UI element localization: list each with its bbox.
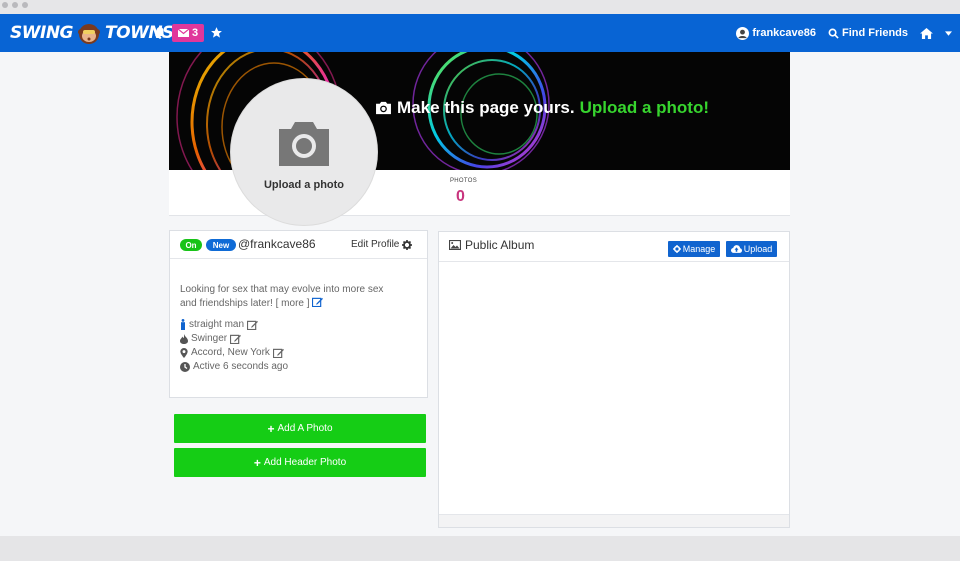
album-title-text: Public Album bbox=[465, 238, 535, 252]
album-card-header: Public Album Manage Upload bbox=[439, 232, 789, 262]
search-icon bbox=[828, 28, 839, 39]
album-title: Public Album bbox=[449, 238, 534, 252]
plus-icon: + bbox=[267, 421, 275, 436]
photos-stat-label: PHOTOS bbox=[450, 178, 478, 184]
gear-icon bbox=[402, 239, 413, 250]
bio-more-link[interactable]: more bbox=[281, 298, 304, 309]
location-row: Accord, New York bbox=[180, 347, 284, 358]
bio-bracket: ] bbox=[306, 298, 310, 309]
add-header-photo-button[interactable]: + Add Header Photo bbox=[174, 448, 426, 477]
bio-text: and friendships later! [ bbox=[180, 298, 279, 309]
image-icon bbox=[449, 240, 461, 250]
messages-badge[interactable]: 3 bbox=[172, 24, 204, 42]
star-icon[interactable] bbox=[210, 26, 223, 39]
upload-label: Upload bbox=[743, 244, 773, 254]
logo-text-left: SWING bbox=[10, 23, 74, 43]
clock-icon bbox=[180, 361, 190, 372]
home-link[interactable] bbox=[920, 27, 933, 39]
profile-username: @frankcave86 bbox=[238, 237, 316, 251]
caret-down-icon bbox=[945, 30, 952, 36]
orientation-text: straight man bbox=[189, 319, 245, 330]
edit-profile-label: Edit Profile bbox=[351, 239, 400, 250]
male-figure-icon bbox=[181, 319, 185, 330]
gear-icon bbox=[672, 245, 681, 253]
upload-album-button[interactable]: Upload bbox=[726, 241, 777, 257]
find-friends-label: Find Friends bbox=[842, 27, 908, 39]
banner-cta-text: Make this page yours. bbox=[397, 98, 575, 117]
orientation-row: straight man bbox=[180, 319, 258, 330]
user-menu[interactable]: frankcave86 bbox=[736, 26, 816, 40]
add-photo-button[interactable]: + Add A Photo bbox=[174, 414, 426, 443]
nav-dropdown-toggle[interactable] bbox=[945, 30, 952, 36]
nav-username: frankcave86 bbox=[752, 27, 816, 39]
public-album-card: Public Album Manage Upload bbox=[438, 231, 790, 528]
navbar-right-group: frankcave86 Find Friends bbox=[736, 14, 960, 52]
top-navbar: SWING TOWNS 3 frankcave86 Find Friends bbox=[0, 14, 960, 52]
cloud-upload-icon bbox=[730, 245, 742, 253]
camera-icon bbox=[376, 101, 391, 115]
banner-cta-accent: Upload a photo! bbox=[579, 98, 709, 117]
camera-icon bbox=[279, 122, 329, 166]
bio-line: Looking for sex that may evolve into mor… bbox=[180, 284, 384, 295]
add-photo-label: Add A Photo bbox=[277, 423, 333, 434]
profile-info-card: On New @frankcave86 Edit Profile Looking… bbox=[169, 230, 428, 398]
home-icon bbox=[920, 27, 933, 39]
profile-avatar-upload[interactable]: Upload a photo bbox=[231, 79, 377, 225]
edit-icon[interactable] bbox=[312, 297, 324, 308]
avatar-upload-label: Upload a photo bbox=[263, 179, 345, 191]
location-text: Accord, New York bbox=[191, 347, 270, 358]
site-logo[interactable]: SWING TOWNS bbox=[10, 20, 174, 46]
online-status-badge: On bbox=[180, 239, 202, 251]
album-card-footer bbox=[439, 514, 789, 527]
manage-label: Manage bbox=[682, 244, 716, 254]
activity-row: Active 6 seconds ago bbox=[180, 361, 288, 372]
user-avatar-icon bbox=[736, 26, 750, 40]
edit-icon[interactable] bbox=[247, 320, 258, 330]
envelope-icon bbox=[177, 29, 189, 37]
browser-chrome-top bbox=[0, 0, 960, 14]
map-marker-icon bbox=[180, 347, 188, 358]
manage-album-button[interactable]: Manage bbox=[668, 241, 720, 257]
edit-icon[interactable] bbox=[272, 348, 284, 358]
window-dot bbox=[22, 2, 28, 8]
activity-text: Active 6 seconds ago bbox=[193, 361, 289, 372]
bio-line-2: and friendships later! [ more ] bbox=[180, 297, 420, 311]
window-dot bbox=[2, 2, 8, 8]
banner-upload-cta[interactable]: Make this page yours. Upload a photo! bbox=[375, 98, 709, 118]
find-friends-link[interactable]: Find Friends bbox=[828, 27, 908, 39]
bell-icon[interactable] bbox=[154, 26, 166, 39]
monkey-logo-icon bbox=[78, 24, 101, 44]
messages-count: 3 bbox=[191, 27, 199, 39]
edit-profile-link[interactable]: Edit Profile bbox=[351, 239, 413, 250]
photos-stat-value[interactable]: 0 bbox=[456, 188, 465, 206]
new-member-badge: New bbox=[206, 239, 236, 251]
browser-chrome-bottom bbox=[0, 536, 960, 561]
relationship-row: Swinger bbox=[180, 333, 242, 344]
add-header-photo-label: Add Header Photo bbox=[263, 457, 347, 468]
relationship-text: Swinger bbox=[191, 333, 228, 344]
flame-icon bbox=[180, 333, 188, 344]
plus-icon: + bbox=[253, 455, 261, 470]
edit-icon[interactable] bbox=[230, 334, 242, 344]
profile-card-header: On New @frankcave86 Edit Profile bbox=[170, 231, 427, 259]
profile-bio: Looking for sex that may evolve into mor… bbox=[180, 283, 420, 311]
window-dot bbox=[12, 2, 18, 8]
